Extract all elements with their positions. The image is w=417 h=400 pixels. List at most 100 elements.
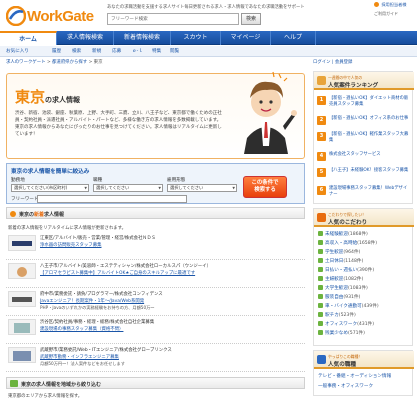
ranking-item-text[interactable]: 建設現場事務スタッフ募集！Webデザイナー	[329, 186, 411, 198]
subnav-browse[interactable]: 閲覧	[170, 48, 179, 54]
guide-link[interactable]: ご利用ガイド	[374, 11, 398, 17]
nav-item-help[interactable]: ヘルプ	[271, 31, 316, 45]
feature-link[interactable]: 大学生歓迎(1083件)	[318, 285, 368, 291]
feature-link[interactable]: 日払い・週払い(390件)	[318, 267, 374, 273]
industry-link[interactable]: 一般事務・オフィスワーク	[318, 383, 373, 389]
ranking-title: 人気案件ランキング	[328, 83, 379, 89]
ranking-item[interactable]: 3 【新宿・週払いOK】軽作業スタッフ大募集	[317, 132, 412, 144]
refine-search-button[interactable]: この条件で 検索する	[243, 176, 287, 198]
job-extra: 月額50万円～！法人案件などをお任せします	[40, 361, 125, 366]
occupation-select[interactable]: 選択してください	[93, 184, 163, 192]
subnav-feature[interactable]: 特集	[152, 48, 161, 54]
features-title: 人気のこだわり	[328, 220, 368, 226]
breadcrumb-mid[interactable]: 都道府県から探す	[52, 60, 87, 65]
job-title-link[interactable]: 武蔵野市勤務・インフラエンジニア募集	[40, 354, 119, 360]
search-input[interactable]: フリーワード検索	[107, 13, 239, 25]
feature-link[interactable]: 学生歓迎(964件)	[318, 249, 360, 255]
register-side-link[interactable]: 会員登録	[335, 60, 353, 65]
job-listing[interactable]: 渋谷区/契約社員/事務・経理・総務/株式会社自社企業募集 建設現場の事務スタッフ…	[6, 316, 305, 344]
subnav-search[interactable]: 検索	[72, 48, 81, 54]
region-intro: 東京都のエリアから求人情報を探す。	[8, 394, 83, 399]
feature-link[interactable]: 未経験歓迎(1868件)	[318, 231, 368, 237]
ranking-item-text[interactable]: 【新宿・週払いOK】オフィス系のお仕事	[329, 116, 411, 122]
nav-item-mypage[interactable]: マイページ	[221, 31, 271, 45]
job-company: 武蔵野市/業務委託/Web・ITエンジニア/株式会社グローブリンクス	[40, 348, 172, 353]
company-logo	[8, 263, 36, 279]
heading-highlight: 新着	[34, 212, 45, 218]
nav-item-scout[interactable]: スカウト	[171, 31, 221, 45]
subnav-favorites[interactable]: お気に入り	[6, 48, 29, 54]
check-icon	[318, 249, 323, 254]
check-icon	[318, 267, 323, 272]
ranking-item[interactable]: 6 建設現場事務スタッフ募集！Webデザイナー	[317, 186, 412, 198]
star-icon	[317, 213, 326, 222]
subnav-history[interactable]: 履歴	[52, 48, 61, 54]
page-title-sub: の求人情報	[45, 97, 81, 104]
industry-link[interactable]: テレビ・番組・オーディション情報	[318, 373, 391, 379]
job-title-link[interactable]: 建設現場の事務スタッフ募集（資格不問）	[40, 326, 123, 332]
login-side-link[interactable]: ログイン	[313, 60, 331, 65]
header-tagline: あなたの求職活動を支援する求人サイト毎日更新される求人・求人情報であなたの求職活…	[107, 5, 305, 10]
subnav-new[interactable]: 新規	[92, 48, 101, 54]
check-icon	[318, 240, 323, 245]
free-word-label: フリーワード	[11, 197, 39, 202]
map-icon	[10, 380, 18, 387]
sub-nav: お気に入り 履歴 検索 新規 応募 ｅ-ｌ 特集 閲覧	[0, 46, 417, 57]
job-listing[interactable]: 府中市/業務委託・請負/プログラマー/株式会社コンフィデンス Javaエンジニア…	[6, 288, 305, 316]
company-logo	[8, 347, 36, 363]
ranking-item[interactable]: 1 【新宿・週払いOK】ダイエット商材の販売員スタッフ募集	[317, 96, 412, 112]
check-icon	[318, 231, 323, 236]
job-title-link[interactable]: 【アロマセラピスト募集中】アルバイトOK★ご自身のスキルアップに最適です	[40, 270, 195, 276]
subnav-apply[interactable]: 応募	[112, 48, 121, 54]
ranking-item-text[interactable]: 【八王子】未経験OK！接客スタッフ募集	[329, 168, 411, 174]
location-select[interactable]: 選択してください(市区町村)	[11, 184, 89, 192]
refine-search-button-line2: 検索する	[254, 187, 276, 193]
job-company: 江東区/アルバイト/販売・営業/管理・経営/株式会社ＮＤＳ	[40, 236, 156, 241]
free-word-input[interactable]	[37, 195, 187, 203]
ranking-item-text[interactable]: 株式会社スタッフサービス	[329, 152, 411, 158]
subnav-el[interactable]: ｅ-ｌ	[132, 48, 143, 54]
breadcrumb-home[interactable]: 求人のワークゲート	[6, 60, 46, 65]
refine-search-title: 東京の求人情報を簡単に絞込み	[11, 169, 90, 175]
search-button[interactable]: 検索	[241, 13, 261, 25]
feature-link[interactable]: 残業少なめ(571件)	[318, 330, 365, 336]
nav-item-job-search[interactable]: 求人情報検索	[57, 31, 114, 45]
ranking-item-text[interactable]: 【新宿・週払いOK】ダイエット商材の販売員スタッフ募集	[329, 96, 411, 108]
rank-number: 4	[317, 152, 326, 161]
region-heading: 東京の求人情報を地域から絞り込む	[6, 377, 305, 389]
check-icon	[318, 258, 323, 263]
job-title-link[interactable]: 浄水器の訪問販売スタッフ募集	[40, 242, 101, 248]
nav-item-home[interactable]: ホーム	[0, 31, 57, 45]
ranking-item[interactable]: 5 【八王子】未経験OK！接客スタッフ募集	[317, 168, 412, 180]
breadcrumb-current: 東京	[93, 60, 103, 65]
job-listing[interactable]: 八王子市/アルバイト/美容師・エステティシャン/株式会社ローカルスパ（ウンジーイ…	[6, 260, 305, 288]
site-header: WorkGate あなたの求職活動を支援する求人サイト毎日更新される求人・求人情…	[0, 0, 417, 31]
ranking-item-text[interactable]: 【新宿・週払いOK】軽作業スタッフ大募集	[329, 132, 411, 144]
feature-link[interactable]: 主婦歓迎(1082件)	[318, 276, 363, 282]
ranking-item[interactable]: 2 【新宿・週払いOK】オフィス系のお仕事	[317, 116, 412, 128]
heading-suffix: 求人情報	[44, 212, 65, 218]
login-link[interactable]: 採用担当者様	[374, 2, 414, 10]
feature-link[interactable]: 車・バイク通勤可(439件)	[318, 303, 379, 309]
feature-link[interactable]: オフィスワーク(431件)	[318, 321, 374, 327]
feature-link[interactable]: 服装自由(931件)	[318, 294, 360, 300]
company-logo	[8, 319, 36, 335]
feature-link[interactable]: 高収入・高時給(1658件)	[318, 240, 377, 246]
page-title: 東京の求人情報	[15, 86, 80, 107]
nav-item-new-search[interactable]: 新着情報検索	[114, 31, 171, 45]
job-listing[interactable]: 江東区/アルバイト/販売・営業/管理・経営/株式会社ＮＤＳ 浄水器の訪問販売スタ…	[6, 232, 305, 260]
logo[interactable]: WorkGate	[6, 5, 94, 27]
feature-link[interactable]: 土日休日(1148件)	[318, 258, 363, 264]
ranking-item[interactable]: 4 株式会社スタッフサービス	[317, 152, 412, 164]
login-label: 採用担当者様	[381, 2, 407, 7]
page-title-main: 東京	[15, 89, 46, 106]
breadcrumb-sep: >	[88, 60, 93, 65]
bullet-icon	[10, 211, 16, 217]
job-extra: PHP・Javaのいずれかの実務経験をお持ちの方、月額50万～	[40, 305, 155, 310]
job-title-link[interactable]: Javaエンジニア！長期案件・1年～/Java/Web系開発	[40, 298, 144, 304]
check-icon	[318, 330, 323, 335]
feature-link[interactable]: 駅チカ(523件)	[318, 312, 356, 318]
job-listing[interactable]: 武蔵野市/業務委託/Web・ITエンジニア/株式会社グローブリンクス 武蔵野市勤…	[6, 344, 305, 372]
new-jobs-heading: 東京の新着求人情報	[6, 207, 305, 219]
type-select[interactable]: 選択してください	[167, 184, 237, 192]
